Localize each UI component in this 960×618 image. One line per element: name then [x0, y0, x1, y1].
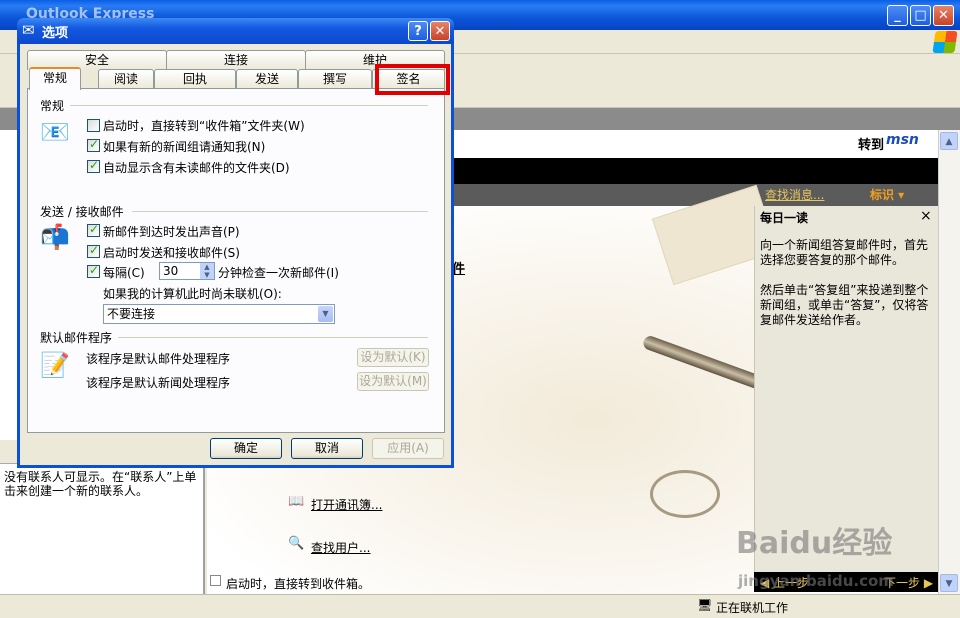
windows-logo-icon: [932, 31, 958, 53]
mailbox-icon: 📧: [40, 118, 70, 146]
show-unread-folders-label: 自动显示含有未读邮件的文件夹(D): [103, 161, 290, 175]
default-mail-label: 该程序是默认邮件处理程序: [86, 352, 231, 366]
find-messages-link[interactable]: 查找消息...: [765, 186, 824, 203]
tab-connection[interactable]: 连接: [166, 50, 306, 70]
notify-newsgroups-checkbox[interactable]: [87, 137, 100, 152]
address-book-icon: 📖: [288, 494, 305, 509]
maximize-button[interactable]: □: [910, 5, 931, 26]
check-every-label: 每隔(C): [103, 266, 145, 280]
notify-newsgroups-label: 如果有新的新闻组请通知我(N): [103, 140, 266, 154]
glasses-art: [650, 470, 720, 518]
section-divider: [70, 105, 428, 106]
watermark-url: jingyan.baidu.com: [738, 572, 894, 590]
scroll-up-icon[interactable]: ▲: [940, 132, 958, 150]
find-user-icon: 🔍: [288, 536, 305, 551]
help-button[interactable]: ?: [408, 21, 428, 41]
section-divider: [118, 337, 428, 338]
section-general-title: 常规: [40, 97, 69, 114]
set-default-news-button[interactable]: 设为默认(M): [357, 372, 429, 391]
open-address-book-link[interactable]: 打开通讯簿...: [311, 496, 382, 513]
tip-paragraph: 向一个新闻组答复邮件时，首先选择您要答复的那个邮件。: [760, 238, 929, 267]
section-default-programs-title: 默认邮件程序: [40, 329, 117, 346]
cancel-button[interactable]: 取消: [291, 438, 363, 459]
send-receive-icon: 📬: [40, 223, 70, 251]
dialog-title: 选项: [42, 26, 69, 41]
tip-close-icon[interactable]: ×: [920, 208, 932, 224]
status-bar: [0, 594, 960, 618]
section-send-receive-title: 发送 / 接收邮件: [40, 203, 128, 220]
startup-inbox-option-checkbox[interactable]: [87, 119, 100, 132]
dialog-titlebar: [17, 18, 454, 44]
tab-compose[interactable]: 撰写: [298, 69, 372, 89]
tip-paragraph: 然后单击“答复组”来投递到整个新闻组，或单击“答复”，仅将答复邮件发送给作者。: [760, 283, 929, 327]
mark-menu[interactable]: 标识 ▾: [870, 186, 904, 203]
default-news-label: 该程序是默认新闻处理程序: [86, 376, 231, 390]
msn-logo[interactable]: msn: [886, 132, 919, 148]
tip-body: 向一个新闻组答复邮件时，首先选择您要答复的那个邮件。 然后单击“答复组”来投递到…: [760, 238, 932, 328]
check-every-checkbox[interactable]: [87, 263, 100, 278]
online-status-icon: 🖥: [697, 598, 713, 612]
show-unread-folders-checkbox[interactable]: [87, 158, 100, 173]
signatures-tab-highlight: [375, 64, 450, 95]
watermark-logo: Baidu经验: [736, 526, 893, 561]
tab-general[interactable]: 常规: [29, 67, 81, 90]
dialog-close-button[interactable]: ✕: [430, 21, 450, 41]
offline-label: 如果我的计算机此时尚未联机(O):: [103, 287, 282, 301]
startup-inbox-checkbox[interactable]: [210, 575, 221, 586]
scroll-down-icon[interactable]: ▼: [940, 574, 958, 592]
sound-on-new-mail-label: 新邮件到达时发出声音(P): [103, 225, 240, 239]
send-receive-startup-checkbox[interactable]: [87, 243, 100, 258]
apply-button[interactable]: 应用(A): [372, 438, 444, 459]
minimize-button[interactable]: _: [887, 5, 908, 26]
set-default-mail-button[interactable]: 设为默认(K): [357, 348, 429, 367]
section-divider: [132, 211, 428, 212]
send-receive-startup-label: 启动时发送和接收邮件(S): [103, 246, 240, 260]
check-interval-suffix: 分钟检查一次新邮件(I): [218, 266, 339, 280]
sound-on-new-mail-checkbox[interactable]: [87, 222, 100, 237]
tab-receipts[interactable]: 回执: [154, 69, 236, 89]
check-interval-spinner[interactable]: ▲ ▼: [200, 263, 214, 279]
chevron-down-icon[interactable]: ▼: [318, 306, 333, 322]
contacts-empty-text: 没有联系人可显示。在“联系人”上单击来创建一个新的联系人。: [4, 470, 197, 498]
tip-title: 每日一读: [760, 211, 809, 225]
status-text: 正在联机工作: [716, 601, 789, 615]
outlook-icon: ✉: [22, 21, 35, 39]
default-program-icon: 📝: [40, 351, 70, 379]
close-button[interactable]: ✕: [933, 5, 954, 26]
startup-inbox-label: 启动时，直接转到收件箱。: [226, 577, 371, 591]
ok-button[interactable]: 确定: [210, 438, 282, 459]
tab-read[interactable]: 阅读: [98, 69, 154, 89]
find-user-link[interactable]: 查找用户...: [311, 539, 370, 556]
startup-inbox-option-label: 启动时，直接转到“收件箱”文件夹(W): [103, 119, 305, 133]
vertical-scrollbar[interactable]: [938, 130, 960, 594]
offline-connection-select[interactable]: 不要连接: [103, 304, 335, 324]
tab-send[interactable]: 发送: [236, 69, 298, 89]
goto-label[interactable]: 转到: [858, 134, 884, 153]
